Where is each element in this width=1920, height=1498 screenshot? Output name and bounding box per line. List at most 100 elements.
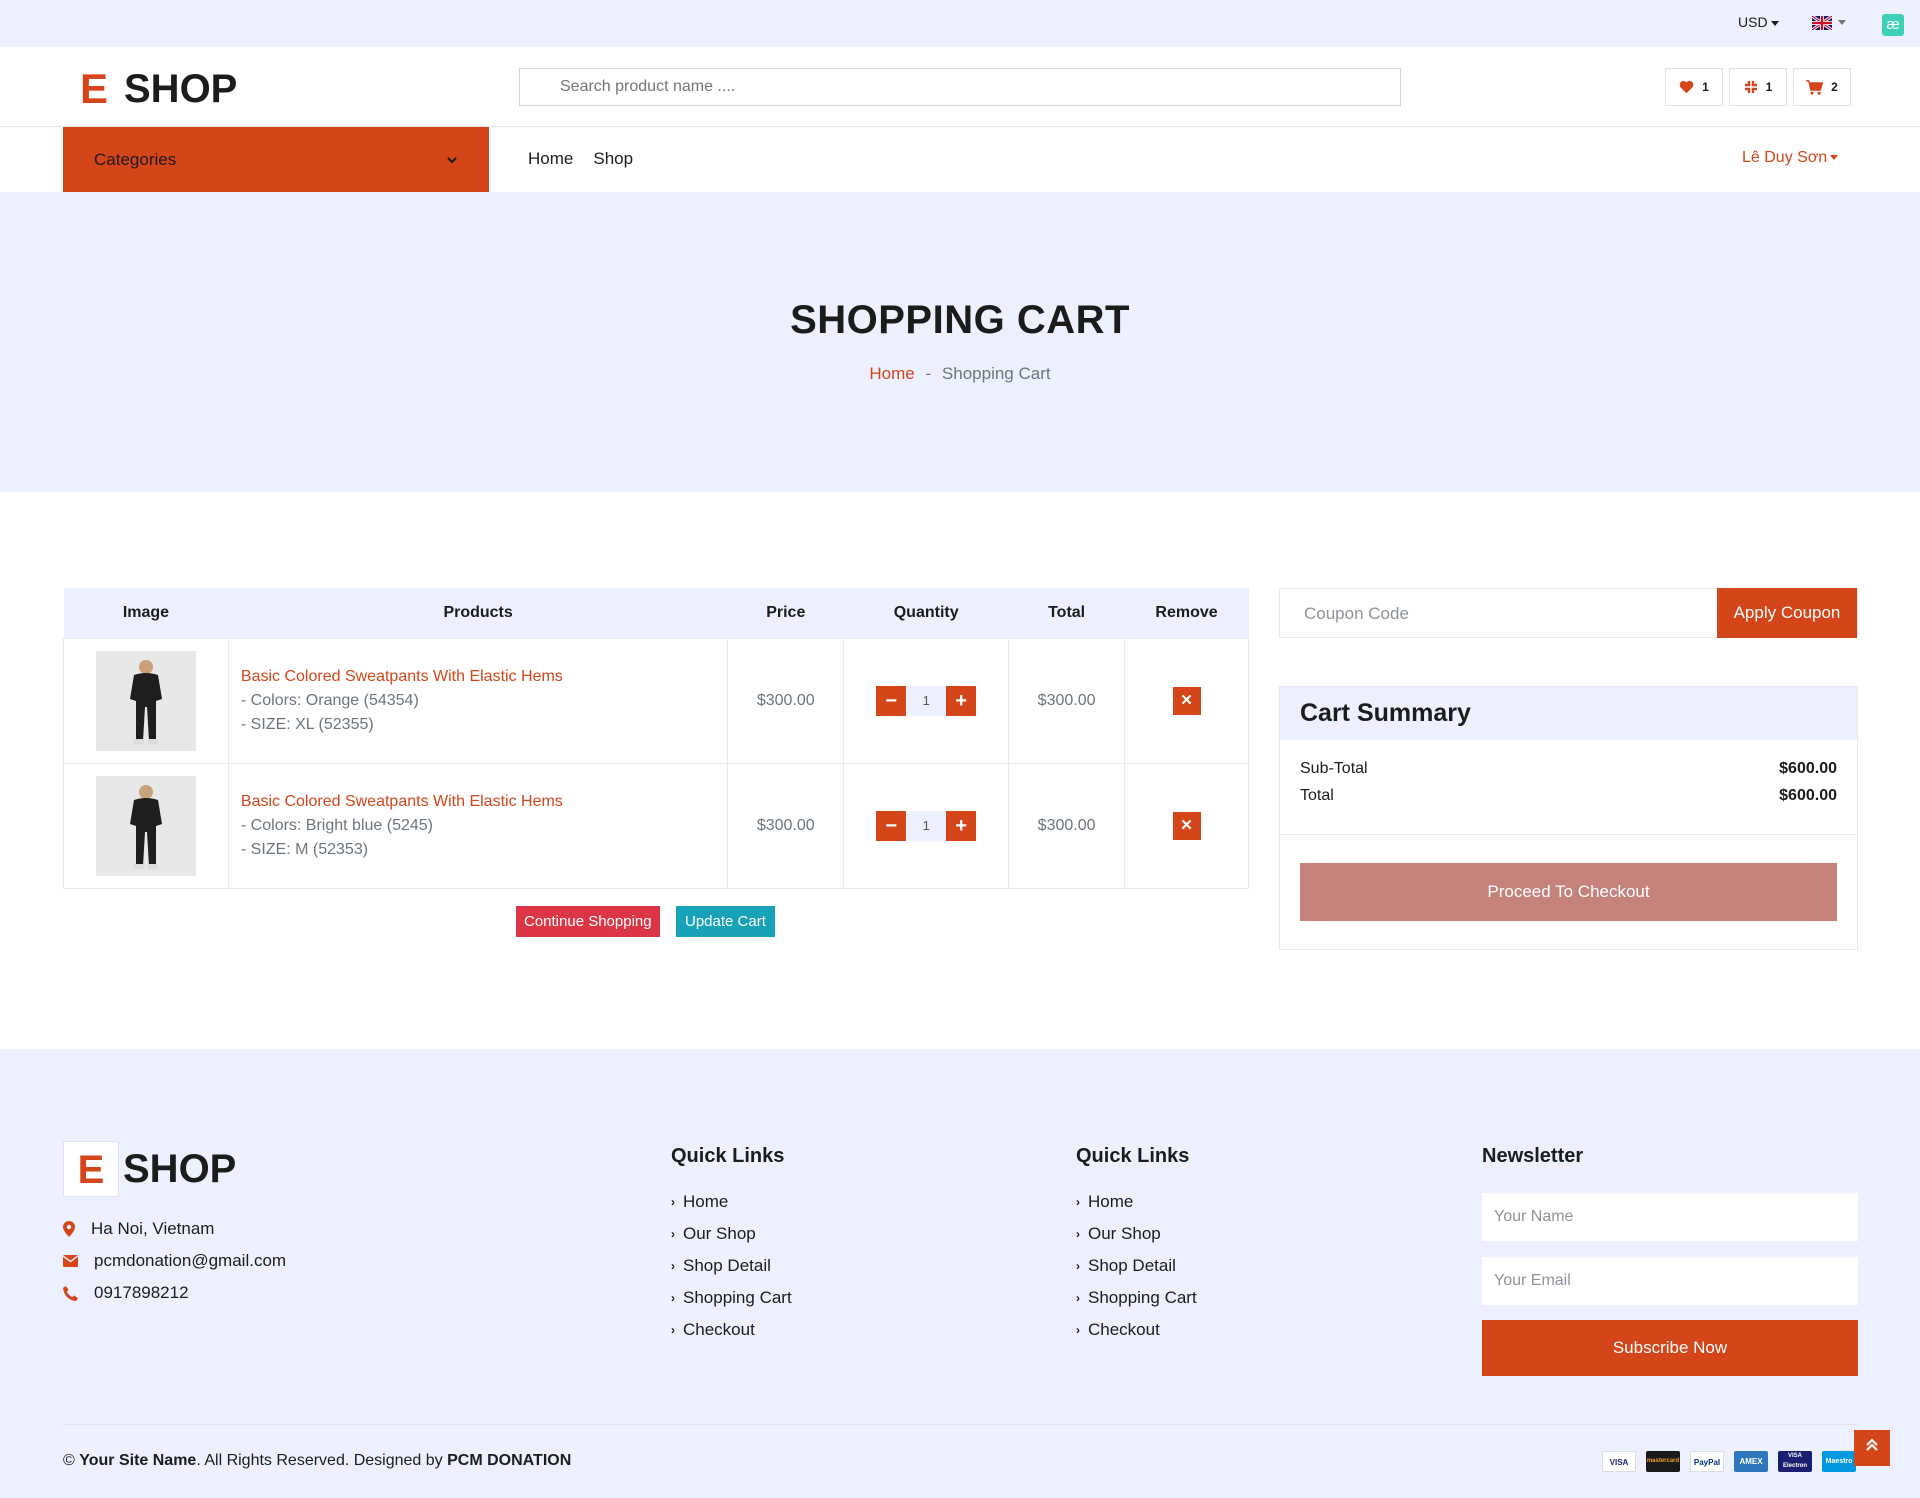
remove-cell: ✕ [1124,762,1249,889]
total-cell: $300.00 [1008,637,1126,764]
col-total: Total [1008,588,1125,638]
logo[interactable]: E SHOP [80,65,237,113]
nav-home[interactable]: Home [528,149,573,169]
coupon-input[interactable]: Coupon Code [1304,604,1409,624]
visa-icon: VISA [1602,1451,1636,1472]
breadcrumb-separator: - [925,364,932,383]
navbar: Categories Home Shop Lê Duy Sơn [0,127,1920,192]
nav-shop[interactable]: Shop [593,149,633,169]
newsletter-name-input[interactable]: Your Name [1482,1193,1858,1241]
proceed-to-checkout-button[interactable]: Proceed To Checkout [1300,863,1837,921]
copyright: © Your Site Name. All Rights Reserved. D… [63,1452,571,1470]
total-label: Total [1300,787,1334,804]
coupon-form: Coupon Code Apply Coupon [1279,588,1858,638]
chevron-right-icon: › [1076,1291,1080,1305]
link-label: Our Shop [683,1224,756,1243]
apply-coupon-button[interactable]: Apply Coupon [1717,588,1857,638]
plus-button[interactable]: + [946,810,977,841]
chevron-right-icon: › [1076,1227,1080,1241]
site-name-link[interactable]: Your Site Name [79,1452,196,1469]
extension-icon[interactable]: æ [1882,14,1904,36]
remove-item-button[interactable]: ✕ [1172,686,1201,715]
footer-link-home[interactable]: › Home [1076,1186,1197,1218]
quantity-input[interactable]: 1 [906,685,947,716]
heart-icon [1679,80,1694,94]
table-header-row: Image Products Price Quantity Total Remo… [63,588,1249,638]
product-color: - Colors: Orange (54354) [240,691,419,709]
search-input[interactable] [519,68,1401,106]
wishlist-count: 1 [1702,80,1709,94]
table-row: Basic Colored Sweatpants With Elastic He… [63,637,1249,764]
product-cell: Basic Colored Sweatpants With Elastic He… [227,762,729,889]
footer-link-shop-detail[interactable]: › Shop Detail [1076,1250,1197,1282]
mastercard-icon: mastercard [1646,1451,1680,1472]
page-title: SHOPPING CART [790,298,1130,342]
caret-down-icon [1770,20,1779,26]
product-size: - SIZE: M (52353) [240,840,369,858]
plus-button[interactable]: + [946,685,977,716]
footer-link-our-shop[interactable]: › Our Shop [1076,1218,1197,1250]
breadcrumb-home[interactable]: Home [869,364,914,383]
price-cell: $300.00 [727,762,845,889]
update-cart-button[interactable]: Update Cart [676,906,775,937]
copyright-symbol: © [63,1452,75,1469]
page-header: SHOPPING CART Home - Shopping Cart [0,192,1920,492]
col-price: Price [727,588,844,638]
newsletter-email-input[interactable]: Your Email [1482,1257,1858,1305]
product-name-link[interactable]: Basic Colored Sweatpants With Elastic He… [241,790,727,814]
compare-button[interactable]: 1 [1729,68,1787,106]
footer-link-shopping-cart[interactable]: › Shopping Cart [1076,1282,1197,1314]
product-name-link[interactable]: Basic Colored Sweatpants With Elastic He… [241,665,727,689]
continue-shopping-button[interactable]: Continue Shopping [516,906,660,937]
footer-link-checkout[interactable]: › Checkout [1076,1314,1197,1346]
quantity-input[interactable]: 1 [906,810,947,841]
footer-link-shopping-cart[interactable]: › Shopping Cart [671,1282,792,1314]
total-cell: $300.00 [1008,762,1126,889]
quick-links-column-2: Quick Links › Home › Our Shop › Shop Detail… [1076,1145,1197,1346]
product-image[interactable] [95,775,196,876]
minus-button[interactable]: − [876,810,907,841]
link-label: Shopping Cart [683,1288,792,1307]
amex-icon: AMEX [1734,1451,1768,1472]
currency-dropdown[interactable]: USD [1738,14,1779,30]
total-value: $600.00 [1779,787,1837,804]
newsletter-title: Newsletter [1482,1145,1584,1167]
chevron-right-icon: › [671,1323,675,1337]
footer: E SHOP Ha Noi, Vietnam pcmdonation@gmail… [0,1049,1920,1498]
footer-link-shop-detail[interactable]: › Shop Detail [671,1250,792,1282]
col-image: Image [63,588,229,638]
chevron-right-icon: › [1076,1195,1080,1209]
map-marker-icon [63,1221,75,1237]
caret-down-icon[interactable] [1838,20,1846,25]
categories-toggle[interactable]: Categories [63,127,489,192]
wishlist-button[interactable]: 1 [1665,68,1723,106]
footer-link-our-shop[interactable]: › Our Shop [671,1218,792,1250]
uk-flag-icon[interactable] [1812,16,1832,30]
subscribe-button[interactable]: Subscribe Now [1482,1320,1858,1376]
phone-icon [63,1285,78,1301]
compare-count: 1 [1765,80,1773,94]
subtotal-value: $600.00 [1779,760,1837,777]
product-size: - SIZE: XL (52355) [240,715,374,733]
top-bar: USD æ [0,0,1920,47]
footer-link-checkout[interactable]: › Checkout [671,1314,792,1346]
designer-link[interactable]: PCM DONATION [447,1452,571,1469]
breadcrumb: Home - Shopping Cart [0,364,1920,384]
back-to-top-button[interactable] [1854,1430,1890,1466]
user-menu[interactable]: Lê Duy Sơn [1742,149,1839,167]
compress-icon [1744,81,1757,93]
product-image[interactable] [95,650,196,751]
col-remove: Remove [1124,588,1249,638]
quantity-stepper: − 1 + [844,810,1008,841]
chevron-down-icon [447,156,457,163]
logo-letter: E [63,1141,119,1197]
nav-links: Home Shop [528,149,633,169]
cart-button[interactable]: 2 [1793,68,1851,106]
footer-link-home[interactable]: › Home [671,1186,792,1218]
remove-item-button[interactable]: ✕ [1172,811,1201,840]
minus-button[interactable]: − [876,685,907,716]
image-cell [63,637,229,764]
chevron-right-icon: › [671,1291,675,1305]
col-products: Products [228,588,728,638]
footer-logo[interactable]: E SHOP [63,1141,236,1197]
